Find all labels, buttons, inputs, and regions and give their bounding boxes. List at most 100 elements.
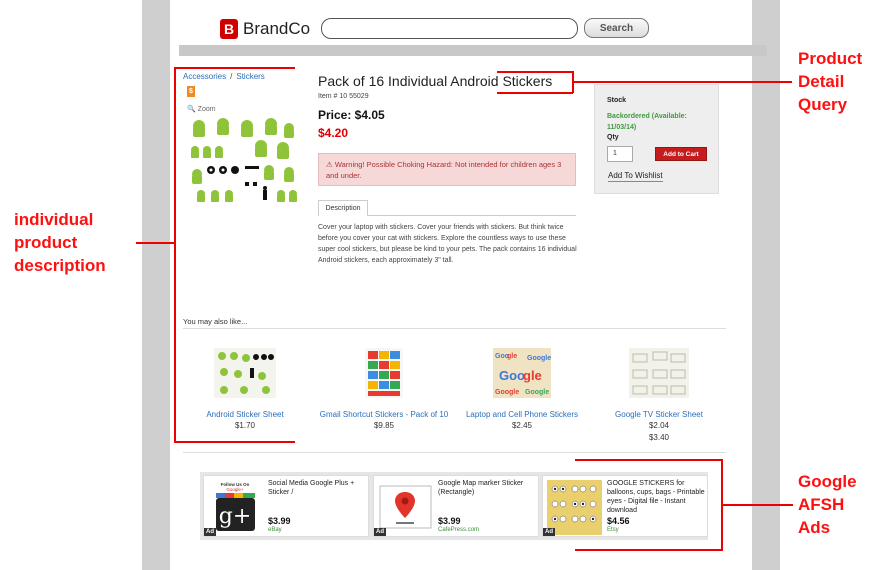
ad-card[interactable]: Follow Us On Google+ g+ Ad Social Media … xyxy=(203,475,369,537)
tab-description[interactable]: Description xyxy=(318,200,368,216)
ad-tag: Ad xyxy=(204,528,216,536)
page-gutter-left xyxy=(142,0,170,570)
annotation-line: Google xyxy=(798,472,857,491)
gmail-shortcut-stickers-image[interactable] xyxy=(365,348,403,398)
breadcrumb: Accessories / Stickers xyxy=(183,72,265,81)
ad-price: $3.99 xyxy=(268,516,291,526)
page-gutter-right xyxy=(752,0,780,570)
zoom-link[interactable]: 🔍 Zoom xyxy=(187,105,216,113)
add-to-cart-button[interactable]: Add to Cart xyxy=(655,147,707,161)
recommendation-price-secondary: $3.40 xyxy=(648,433,670,442)
product-description: Cover your laptop with stickers. Cover y… xyxy=(318,224,577,264)
search-button[interactable]: Search xyxy=(584,18,649,38)
annotation-line: description xyxy=(14,256,106,275)
annotation-bracket-side xyxy=(174,67,176,442)
ad-tag: Ad xyxy=(374,528,386,536)
annotation-connector xyxy=(136,242,174,244)
screenshot-stage: B BrandCo Search Accessories / Stickers $ … xyxy=(0,0,895,570)
brand-logo[interactable]: B BrandCo xyxy=(220,19,310,39)
svg-text:Goo: Goo xyxy=(499,368,525,383)
sale-price: $4.20 xyxy=(318,126,349,140)
ad-price: $3.99 xyxy=(438,516,461,526)
recommendation-name[interactable]: Google TV Sticker Sheet xyxy=(589,410,729,419)
breadcrumb-stickers[interactable]: Stickers xyxy=(236,72,264,81)
annotation-bracket-bottom xyxy=(497,92,573,94)
recommendation-item[interactable]: Goo gle Google Goo gle Google Google Laptop… xyxy=(452,348,592,431)
ad-store[interactable]: eBay xyxy=(268,527,282,533)
recommendation-item[interactable]: Gmail Shortcut Stickers - Pack of 10 $9.… xyxy=(314,348,454,431)
add-to-wishlist-link[interactable]: Add To Wishlist xyxy=(608,171,663,182)
google-tv-sticker-sheet-image[interactable] xyxy=(629,348,689,398)
annotation-line: Ads xyxy=(798,518,831,537)
annotation-line: product xyxy=(14,233,78,252)
annotation-connector xyxy=(574,81,792,83)
recommendations-divider xyxy=(183,328,726,329)
ad-card[interactable]: Ad Google Map marker Sticker (Rectangle)… xyxy=(373,475,539,537)
annotation-bracket-top xyxy=(174,67,295,69)
logo-mark-icon: B xyxy=(220,19,238,39)
printable-eyes-stickers-image[interactable] xyxy=(547,480,602,535)
android-sticker-sheet-image[interactable] xyxy=(214,348,276,398)
map-marker-sticker-image[interactable] xyxy=(378,480,433,535)
stock-label: Stock xyxy=(607,97,627,104)
ad-store[interactable]: CafePress.com xyxy=(438,527,479,533)
product-title: Pack of 16 Individual Android Stickers xyxy=(318,73,553,89)
product-price: Price: $4.05 xyxy=(318,108,385,122)
ad-tag: Ad xyxy=(543,528,555,536)
annotation-bracket-top xyxy=(575,459,723,461)
ad-title[interactable]: Google Map marker Sticker (Rectangle) xyxy=(438,479,536,497)
recommendation-name[interactable]: Laptop and Cell Phone Stickers xyxy=(452,410,592,419)
recommendation-price: $2.04 xyxy=(648,421,670,430)
product-image[interactable] xyxy=(185,116,303,208)
ad-card[interactable]: Ad GOOGLE STICKERS for balloons, cups, b… xyxy=(542,475,708,537)
recommendation-item[interactable]: Android Sticker Sheet $1.70 xyxy=(175,348,315,431)
svg-text:gle: gle xyxy=(507,353,517,360)
annotation-product-detail-query: Product Detail Query xyxy=(798,47,862,116)
breadcrumb-separator: / xyxy=(230,72,233,81)
header-nav-bar xyxy=(179,45,767,56)
recommendation-price: $1.70 xyxy=(234,421,256,430)
svg-text:Google: Google xyxy=(495,389,519,396)
warning-icon: ⚠ xyxy=(326,160,333,169)
recommendation-price: $2.45 xyxy=(511,421,533,430)
warning-text: Warning! Possible Choking Hazard: Not in… xyxy=(326,160,562,180)
breadcrumb-accessories[interactable]: Accessories xyxy=(183,72,226,81)
recommendation-price: $9.85 xyxy=(373,421,395,430)
annotation-line: individual xyxy=(14,210,94,229)
recommendations-heading: You may also like... xyxy=(183,317,248,326)
recommendation-name[interactable]: Gmail Shortcut Stickers - Pack of 10 xyxy=(314,410,454,419)
quantity-field[interactable]: 1 xyxy=(607,146,633,162)
svg-text:gle: gle xyxy=(523,368,542,383)
annotation-google-afsh-ads: Google AFSH Ads xyxy=(798,470,857,539)
annotation-line: Product xyxy=(798,49,863,68)
annotation-bracket-bottom xyxy=(174,441,295,443)
qty-label: Qty xyxy=(607,134,619,141)
ad-title[interactable]: Social Media Google Plus + Sticker / xyxy=(268,479,366,497)
price-badge-icon: $ xyxy=(187,86,195,97)
logo-text: BrandCo xyxy=(243,19,311,38)
annotation-line: Query xyxy=(798,95,848,114)
laptop-stickers-image[interactable]: Google Google Google Google Google xyxy=(493,348,551,398)
annotation-bracket-bottom xyxy=(575,549,723,551)
svg-text:Google: Google xyxy=(525,389,549,396)
ad-store[interactable]: Etsy xyxy=(607,527,619,533)
annotation-bracket-top xyxy=(497,71,573,73)
svg-text:g+: g+ xyxy=(219,504,252,529)
google-plus-sticker-image[interactable]: Follow Us On Google+ g+ xyxy=(208,480,263,535)
annotation-connector xyxy=(723,504,793,506)
choking-warning: ⚠ Warning! Possible Choking Hazard: Not … xyxy=(318,153,576,186)
section-divider xyxy=(183,452,726,453)
ad-image-caption-secondary: Google+ xyxy=(226,487,244,492)
annotation-line: Detail xyxy=(798,72,845,91)
search-input[interactable] xyxy=(321,18,578,39)
ad-title[interactable]: GOOGLE STICKERS for balloons, cups, bags… xyxy=(607,479,705,515)
annotation-individual-product-description: individual product description xyxy=(14,208,106,277)
annotation-line: AFSH xyxy=(798,495,845,514)
recommendation-name[interactable]: Android Sticker Sheet xyxy=(175,410,315,419)
svg-text:Google: Google xyxy=(527,355,551,362)
zoom-label: Zoom xyxy=(197,106,216,113)
stock-status: Backordered (Available: 11/03/14) xyxy=(607,113,687,131)
item-number: Item # 10 55029 xyxy=(318,93,369,100)
ad-price: $4.56 xyxy=(607,516,630,526)
recommendation-item[interactable]: Google TV Sticker Sheet $2.04 $3.40 xyxy=(589,348,729,443)
